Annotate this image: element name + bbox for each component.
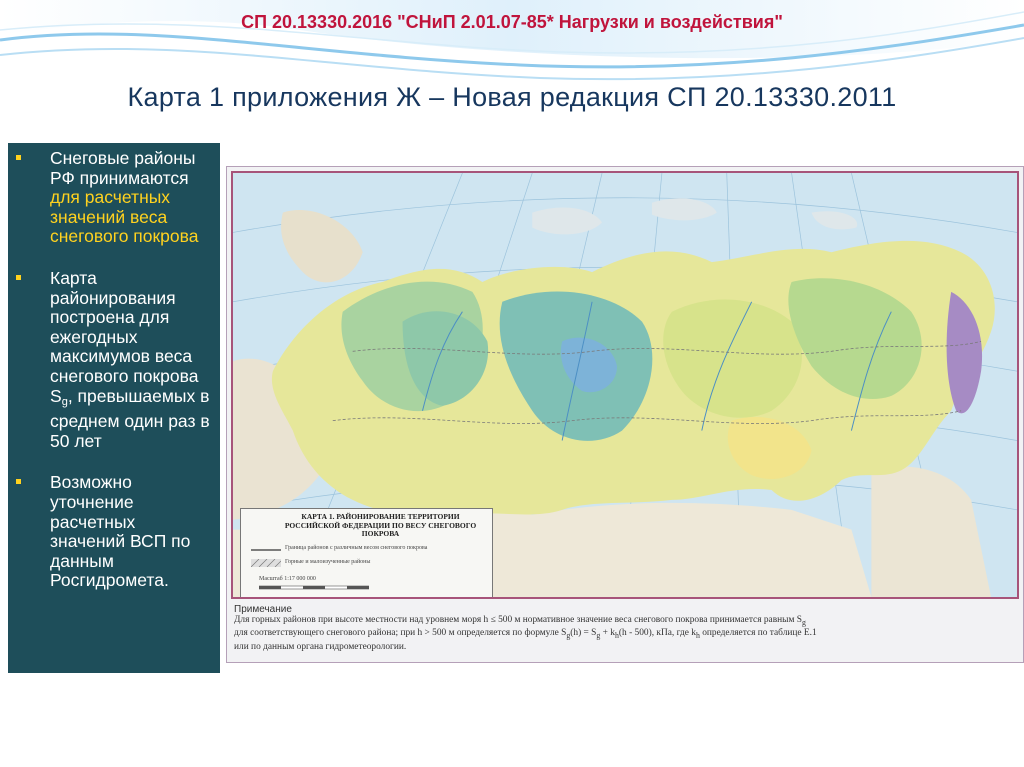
legend-scale: Масштаб 1:17 000 000	[259, 576, 316, 582]
legend-row-boundary: Граница районов с различным весом снегов…	[285, 545, 428, 551]
map-note-line2: для соответствующего снегового района; п…	[234, 628, 817, 641]
map-note: Примечание Для горных районов при высоте…	[234, 604, 1014, 653]
map-image: КАРТА 1. РАЙОНИРОВАНИЕ ТЕРРИТОРИИ РОССИЙ…	[231, 171, 1019, 599]
bullet-refinement: Возможно уточнение расчетных значений ВС…	[16, 473, 210, 591]
bullet-marker-icon	[16, 155, 21, 160]
bullet-text: Снеговые районы РФ принимаются	[50, 148, 196, 188]
document-header-title: СП 20.13330.2016 "СНиП 2.01.07-85* Нагру…	[241, 12, 783, 32]
slide-title: Карта 1 приложения Ж – Новая редакция СП…	[127, 82, 897, 112]
bullet-marker-icon	[16, 274, 21, 280]
map-legend-title: КАРТА 1. РАЙОНИРОВАНИЕ ТЕРРИТОРИИ РОССИЙ…	[284, 512, 477, 539]
map-note-title: Примечание	[234, 604, 292, 615]
bullet-text-continued: , превышаемых в среднем один раз в 50 ле…	[50, 385, 210, 451]
map-note-line1: Для горных районов при высоте местности …	[234, 615, 806, 628]
bullet-marker-icon	[16, 479, 21, 485]
scale-bar-icon	[259, 585, 369, 590]
bullets-panel: Снеговые районы РФ принимаются для расче…	[8, 143, 220, 673]
snow-zoning-map-figure: КАРТА 1. РАЙОНИРОВАНИЕ ТЕРРИТОРИИ РОССИЙ…	[226, 166, 1024, 663]
map-legend: КАРТА 1. РАЙОНИРОВАНИЕ ТЕРРИТОРИИ РОССИЙ…	[240, 508, 493, 597]
boundary-line-icon	[251, 549, 281, 551]
bullet-zoning-map: Карта районирования построена для ежегод…	[16, 268, 210, 451]
bullet-snow-regions: Снеговые районы РФ принимаются для расче…	[16, 148, 210, 247]
map-note-line3: или по данным органа гидрометеорологии.	[234, 641, 407, 652]
bullet-text: Возможно уточнение расчетных значений ВС…	[50, 472, 191, 591]
legend-row-mountains: Горные и малоизученные районы	[285, 559, 371, 565]
mountain-hatch-icon	[251, 559, 281, 567]
bullet-highlight-text: для расчетных значений веса снегового по…	[50, 187, 199, 247]
